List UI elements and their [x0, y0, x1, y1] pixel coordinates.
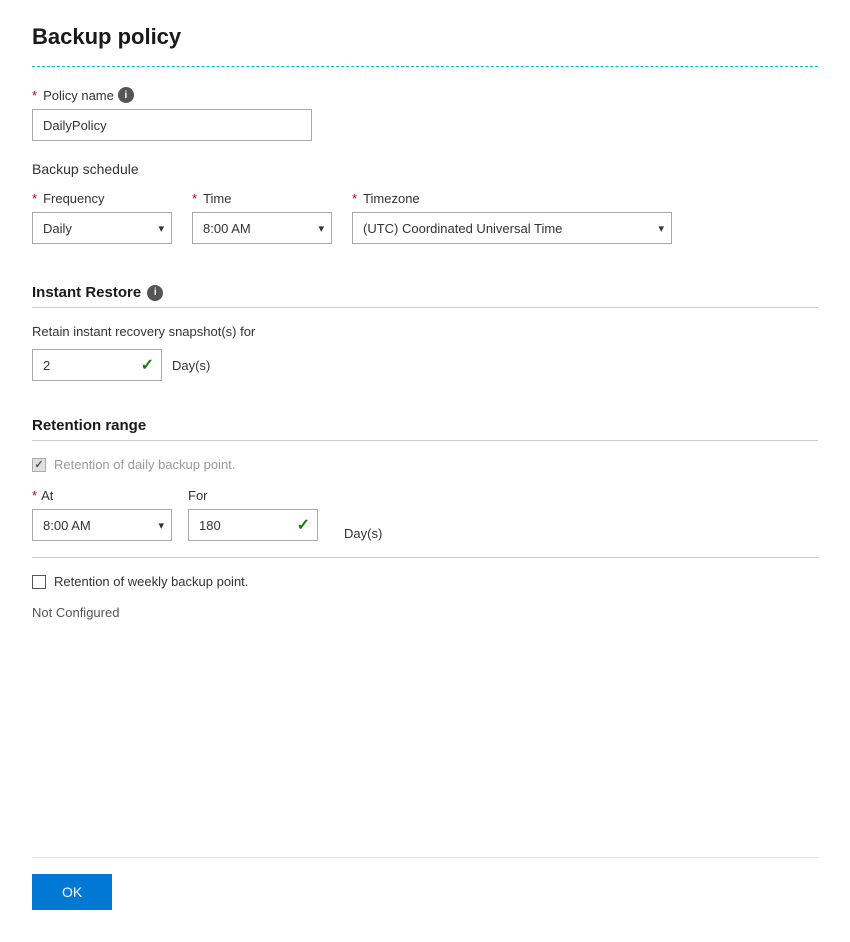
- frequency-label-text: Frequency: [43, 191, 104, 206]
- instant-restore-header: Instant Restore i: [32, 284, 818, 301]
- snapshot-days-unit: Day(s): [172, 358, 210, 373]
- at-time-select[interactable]: 8:00 AM: [32, 509, 172, 541]
- backup-policy-panel: Backup policy * Policy name i Backup sch…: [0, 0, 850, 942]
- for-input-wrapper: ✓: [188, 509, 318, 541]
- panel-title: Backup policy: [32, 24, 818, 50]
- time-field: * Time 8:00 AM ▾: [192, 191, 332, 244]
- timezone-label: * Timezone: [352, 191, 672, 206]
- time-select-wrapper: 8:00 AM ▾: [192, 212, 332, 244]
- frequency-label: * Frequency: [32, 191, 172, 206]
- instant-restore-title: Instant Restore: [32, 284, 141, 301]
- time-label-text: Time: [203, 191, 231, 206]
- at-label-text: At: [41, 488, 53, 503]
- for-field: For ✓: [188, 488, 318, 541]
- retention-range-header: Retention range: [32, 417, 818, 434]
- timezone-select-wrapper: (UTC) Coordinated Universal Time ▾: [352, 212, 672, 244]
- timezone-select[interactable]: (UTC) Coordinated Universal Time: [352, 212, 672, 244]
- for-label-text: For: [188, 488, 208, 503]
- backup-schedule-section: Backup schedule * Frequency Daily ▾ *: [32, 161, 818, 264]
- retention-range-title: Retention range: [32, 417, 146, 434]
- retention-range-divider: [32, 440, 818, 441]
- at-select-wrapper: 8:00 AM ▾: [32, 509, 172, 541]
- timezone-field: * Timezone (UTC) Coordinated Universal T…: [352, 191, 672, 244]
- instant-restore-info-icon: i: [147, 285, 163, 301]
- ok-button[interactable]: OK: [32, 874, 112, 910]
- daily-retention-checkbox-label: Retention of daily backup point.: [54, 457, 235, 472]
- time-label: * Time: [192, 191, 332, 206]
- for-days-unit: Day(s): [344, 526, 382, 541]
- weekly-retention-checkbox-row: Retention of weekly backup point.: [32, 574, 818, 589]
- at-field: * At 8:00 AM ▾: [32, 488, 172, 541]
- policy-name-info-icon: i: [118, 87, 134, 103]
- weekly-retention-checkbox-label: Retention of weekly backup point.: [54, 574, 248, 589]
- not-configured-label: Not Configured: [32, 605, 818, 620]
- daily-retention-checkbox[interactable]: ✓: [32, 458, 46, 472]
- daily-retention-checkmark: ✓: [34, 458, 43, 471]
- instant-restore-divider: [32, 307, 818, 308]
- instant-restore-section: Instant Restore i Retain instant recover…: [32, 284, 818, 397]
- policy-name-input[interactable]: [32, 109, 312, 141]
- policy-name-label-text: Policy name: [43, 88, 114, 103]
- snapshot-days-row: ✓ Day(s): [32, 349, 818, 381]
- time-select[interactable]: 8:00 AM: [192, 212, 332, 244]
- schedule-row: * Frequency Daily ▾ * Time 8: [32, 191, 818, 244]
- freq-required-star: *: [32, 191, 37, 206]
- frequency-select[interactable]: Daily: [32, 212, 172, 244]
- timezone-label-text: Timezone: [363, 191, 420, 206]
- at-required-star: *: [32, 488, 37, 503]
- for-days-check-icon: ✓: [297, 515, 310, 535]
- backup-schedule-label: Backup schedule: [32, 161, 818, 177]
- footer: OK: [32, 857, 818, 910]
- required-star: *: [32, 88, 37, 103]
- snapshot-days-check-icon: ✓: [141, 355, 154, 375]
- policy-name-section: * Policy name i: [32, 87, 818, 141]
- at-label: * At: [32, 488, 172, 503]
- timezone-required-star: *: [352, 191, 357, 206]
- retain-label: Retain instant recovery snapshot(s) for: [32, 324, 818, 339]
- snapshot-days-input-wrapper: ✓: [32, 349, 162, 381]
- frequency-field: * Frequency Daily ▾: [32, 191, 172, 244]
- retention-range-section: Retention range ✓ Retention of daily bac…: [32, 417, 818, 620]
- weekly-retention-checkbox[interactable]: [32, 575, 46, 589]
- top-divider: [32, 66, 818, 67]
- for-label: For: [188, 488, 318, 503]
- weekly-top-divider: [32, 557, 818, 558]
- at-for-row: * At 8:00 AM ▾ For ✓: [32, 488, 818, 541]
- frequency-select-wrapper: Daily ▾: [32, 212, 172, 244]
- policy-name-label: * Policy name i: [32, 87, 818, 103]
- time-required-star: *: [192, 191, 197, 206]
- daily-retention-checkbox-row: ✓ Retention of daily backup point.: [32, 457, 818, 472]
